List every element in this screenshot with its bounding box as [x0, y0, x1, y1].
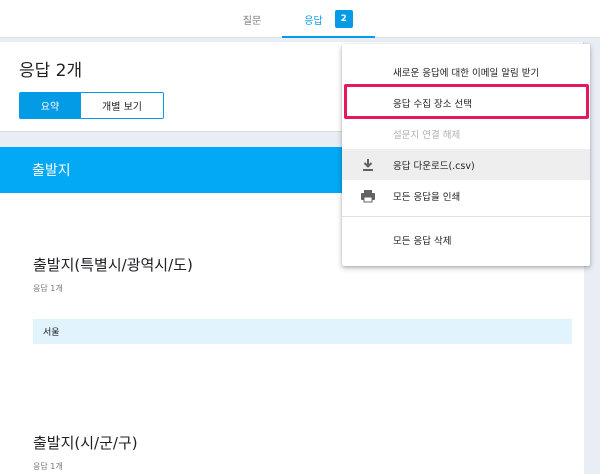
responses-options-menu: 새로운 응답에 대한 이메일 알림 받기 응답 수집 장소 선택 설문지 연결 … [342, 44, 590, 266]
menu-divider [342, 216, 590, 217]
menu-item-email-notifications[interactable]: 새로운 응답에 대한 이메일 알림 받기 [342, 56, 590, 87]
menu-item-download-csv[interactable]: 응답 다운로드(.csv) [342, 149, 590, 180]
menu-item-label: 설문지 연결 해제 [393, 129, 461, 141]
top-tab-bar: 질문 응답 2 [0, 0, 600, 38]
question-response-count: 응답 1개 [33, 462, 63, 471]
menu-item-label: 모든 응답을 인쇄 [393, 191, 461, 203]
menu-item-label: 새로운 응답에 대한 이메일 알림 받기 [393, 67, 540, 79]
individual-view-button[interactable]: 개별 보기 [80, 93, 163, 118]
section-title: 출발지 [32, 163, 71, 179]
menu-item-select-response-destination[interactable]: 응답 수집 장소 선택 [342, 87, 590, 118]
tab-responses[interactable]: 응답 2 [282, 0, 375, 38]
question-title: 출발지(시/군/구) [33, 434, 138, 452]
menu-item-delete-all[interactable]: 모든 응답 삭제 [342, 224, 590, 255]
question-response-count: 응답 1개 [33, 284, 63, 293]
menu-item-label: 모든 응답 삭제 [393, 235, 452, 247]
tab-questions-label: 질문 [242, 15, 262, 27]
menu-item-label: 응답 수집 장소 선택 [393, 98, 472, 110]
menu-item-label: 응답 다운로드(.csv) [393, 160, 475, 172]
answer-row: 서울 [33, 319, 572, 344]
menu-item-print-all[interactable]: 모든 응답을 인쇄 [342, 180, 590, 211]
menu-item-unlink-form: 설문지 연결 해제 [342, 118, 590, 149]
answer-text: 서울 [43, 328, 60, 338]
question-title: 출발지(특별시/광역시/도) [33, 256, 193, 274]
summary-view-button[interactable]: 요약 [20, 93, 80, 118]
responses-title: 응답 2개 [19, 61, 83, 81]
download-icon [363, 158, 373, 171]
view-toggle: 요약 개별 보기 [19, 92, 164, 119]
tab-responses-label: 응답 [304, 15, 323, 27]
tab-questions[interactable]: 질문 [226, 0, 278, 38]
responses-count-badge: 2 [334, 10, 353, 28]
print-icon [361, 189, 375, 202]
active-tab-indicator [282, 36, 375, 38]
